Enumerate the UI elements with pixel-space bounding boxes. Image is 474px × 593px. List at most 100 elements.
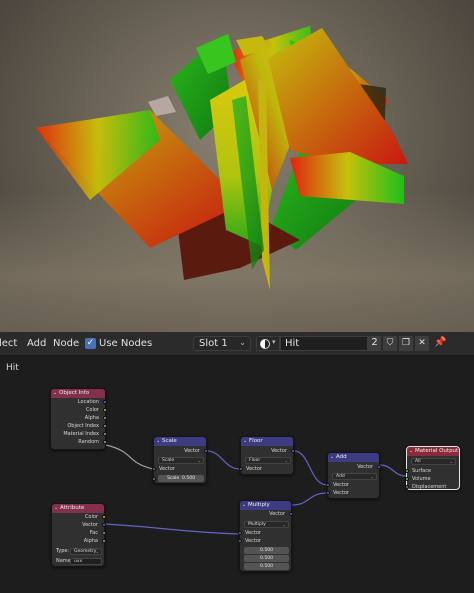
type-dropdown[interactable]: Geometry ⌄	[70, 548, 102, 555]
output-socket[interactable]	[103, 400, 107, 404]
node-title: Add	[336, 454, 347, 460]
node-header[interactable]: ⌄ Scale	[154, 437, 206, 446]
fake-user-shield-icon[interactable]: ⛉	[382, 336, 397, 351]
socket-label: Vector	[333, 490, 349, 496]
operation-dropdown[interactable]: Multiply ⌄	[244, 521, 289, 528]
input-socket[interactable]	[405, 469, 409, 473]
input-socket[interactable]	[405, 477, 409, 481]
node-menu[interactable]: Node	[53, 338, 79, 349]
node-floor[interactable]: ⌄ Floor Vector Floor ⌄ Vector	[239, 436, 295, 475]
node-material-output[interactable]: ⌄ Material Output All ⌄ Surface Volume Dis…	[405, 446, 460, 490]
node-object-info[interactable]: ⌄ Object Info Location Color Alpha Object…	[50, 388, 107, 450]
output-socket[interactable]	[102, 515, 106, 519]
output-socket[interactable]	[103, 440, 107, 444]
multiply-x-field[interactable]: 0.500	[244, 547, 289, 554]
multiply-z-field[interactable]: 0.500	[244, 563, 289, 570]
output-socket[interactable]	[102, 539, 106, 543]
dropdown-value: Scale	[162, 458, 175, 463]
node-scale[interactable]: ⌄ Scale Vector Scale ⌄ Vector Scale 0.500	[152, 436, 208, 484]
node-title: Floor	[249, 438, 263, 444]
output-socket[interactable]	[103, 424, 107, 428]
operation-dropdown[interactable]: Add ⌄	[332, 473, 377, 480]
collapse-chevron-icon[interactable]: ⌄	[409, 447, 413, 456]
target-dropdown[interactable]: All ⌄	[411, 458, 456, 465]
unlink-close-icon[interactable]: ✕	[414, 336, 429, 351]
node-header[interactable]: ⌄ Object Info	[51, 389, 105, 398]
collapse-chevron-icon[interactable]: ⌄	[242, 501, 246, 510]
collapse-chevron-icon[interactable]: ⌄	[156, 437, 160, 446]
socket-label: Displacement	[412, 484, 447, 490]
node-header[interactable]: ⌄ Floor	[241, 437, 293, 446]
input-socket[interactable]	[152, 467, 156, 471]
node-multiply[interactable]: ⌄ Multiply Vector Multiply ⌄ Vector Vector…	[238, 500, 293, 572]
slot-dropdown[interactable]: Slot 1 ⌄	[193, 336, 251, 351]
collapse-chevron-icon[interactable]: ⌄	[53, 389, 57, 398]
output-socket[interactable]	[291, 449, 295, 453]
pin-icon[interactable]: 📌	[434, 337, 446, 348]
node-title: Material Output	[415, 448, 459, 454]
node-attribute[interactable]: ⌄ Attribute Color Vector Fac Alpha Type: …	[51, 503, 106, 567]
collapse-chevron-icon[interactable]: ⌄	[54, 504, 58, 513]
output-socket[interactable]	[377, 465, 381, 469]
link-floor-to-add	[293, 450, 328, 486]
socket-label: Vector	[271, 448, 287, 454]
output-socket[interactable]	[289, 512, 293, 516]
operation-dropdown[interactable]: Scale ⌄	[158, 457, 204, 464]
output-socket[interactable]	[103, 408, 107, 412]
socket-label: Alpha	[83, 538, 98, 544]
operation-dropdown[interactable]: Floor ⌄	[245, 457, 291, 464]
add-menu[interactable]: Add	[27, 338, 46, 349]
input-socket[interactable]	[326, 491, 330, 495]
input-socket[interactable]	[238, 531, 242, 535]
input-socket[interactable]	[238, 539, 242, 543]
socket-label: Alpha	[84, 415, 99, 421]
output-socket[interactable]	[103, 416, 107, 420]
use-nodes-checkbox[interactable]: ✓	[85, 338, 96, 349]
node-header[interactable]: ⌄ Attribute	[52, 504, 104, 513]
node-editor-header: lect Add Node ✓ Use Nodes Slot 1 ⌄ ▾ Hit…	[0, 332, 474, 356]
socket-label: Vector	[159, 466, 175, 472]
material-name-field[interactable]: Hit	[280, 336, 368, 351]
field-value: 0.500	[182, 476, 195, 481]
browse-material-button[interactable]: ▾	[256, 336, 280, 351]
socket-label: Volume	[412, 476, 431, 482]
user-count-badge[interactable]: 2	[368, 336, 381, 351]
output-socket[interactable]	[102, 523, 106, 527]
output-socket[interactable]	[204, 449, 208, 453]
output-socket[interactable]	[103, 432, 107, 436]
use-nodes-label: Use Nodes	[99, 338, 153, 349]
duplicate-material-icon[interactable]: ❐	[398, 336, 413, 351]
socket-label: Vector	[269, 511, 285, 517]
input-socket[interactable]	[326, 483, 330, 487]
link-add-to-displacement	[379, 464, 407, 477]
node-add[interactable]: ⌄ Add Vector Add ⌄ Vector Vector	[326, 452, 381, 499]
socket-label: Object Index	[67, 423, 99, 429]
socket-label: Surface	[412, 468, 432, 474]
socket-label: Vector	[82, 522, 98, 528]
3d-viewport[interactable]	[0, 0, 474, 332]
output-socket[interactable]	[102, 531, 106, 535]
input-socket[interactable]	[239, 467, 243, 471]
chevron-down-icon: ⌄	[284, 458, 288, 463]
input-socket[interactable]	[152, 477, 156, 481]
scale-value-field[interactable]: Scale 0.500	[158, 475, 204, 482]
link-attribute-to-multiply	[104, 523, 240, 535]
collapse-chevron-icon[interactable]: ⌄	[330, 453, 334, 462]
node-editor-canvas[interactable]: Hit ⌄ Object Info Location Color Alpha Ob…	[0, 356, 474, 593]
node-header[interactable]: ⌄ Multiply	[240, 501, 291, 510]
node-header[interactable]: ⌄ Material Output	[407, 447, 459, 456]
collapse-chevron-icon[interactable]: ⌄	[243, 437, 247, 446]
select-menu[interactable]: lect	[0, 338, 17, 349]
dropdown-value: All	[415, 459, 421, 464]
attribute-name-field[interactable]: uvx	[70, 558, 102, 565]
socket-label: Location	[77, 399, 99, 405]
multiply-y-field[interactable]: 0.500	[244, 555, 289, 562]
dropdown-value: Geometry	[74, 549, 97, 554]
node-title: Object Info	[59, 390, 90, 396]
input-socket[interactable]	[405, 485, 409, 489]
chevron-down-icon: ⌄	[197, 458, 201, 463]
chevron-down-icon: ▾	[272, 338, 276, 346]
chevron-down-icon: ⌄	[370, 474, 374, 479]
chevron-down-icon: ⌄	[449, 459, 453, 464]
node-header[interactable]: ⌄ Add	[328, 453, 379, 462]
